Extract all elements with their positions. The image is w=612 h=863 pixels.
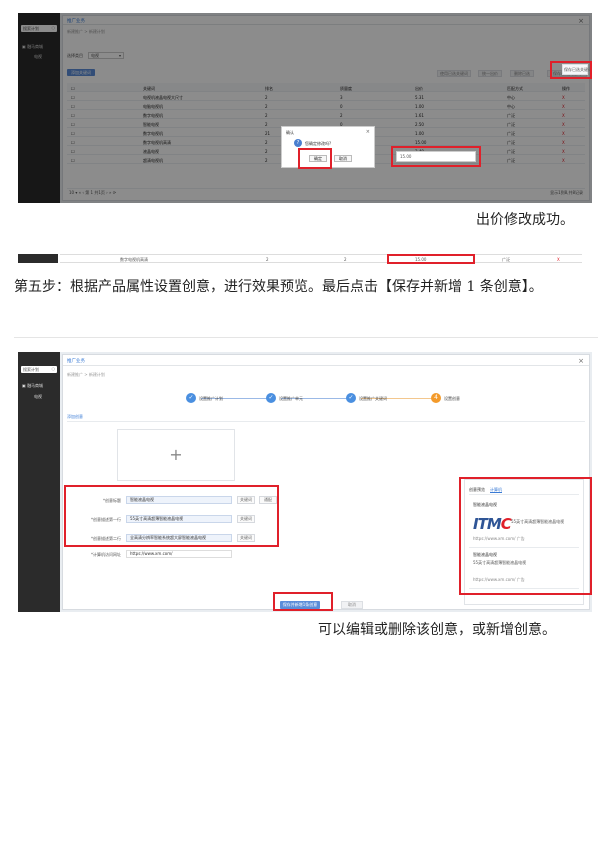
field-label-url: *计算机访问网址 bbox=[91, 552, 121, 557]
check-icon: ✓ bbox=[266, 393, 276, 403]
strip-quality: 2 bbox=[344, 256, 347, 262]
step-number: 4 bbox=[431, 393, 441, 403]
dialog-message: 您确定修改吗? bbox=[305, 141, 332, 146]
breadcrumb: 新建推广 > 新建计划 bbox=[67, 372, 105, 377]
check-icon: ✓ bbox=[186, 393, 196, 403]
cancel-button[interactable]: 取消 bbox=[341, 601, 363, 609]
highlight-save bbox=[273, 592, 333, 611]
highlight-confirm bbox=[298, 148, 332, 169]
image-upload[interactable]: + bbox=[117, 429, 235, 481]
strip-row: 数字电视机高清 2 2 15.00 广泛 X bbox=[60, 254, 582, 263]
highlight-preview bbox=[459, 477, 592, 595]
sidebar-search-text: 搜索计划 bbox=[23, 366, 39, 372]
sidebar: 搜索计划 ○ ▣ 融马商城 电视 bbox=[18, 352, 60, 612]
sidebar-item-mall[interactable]: ▣ 融马商城 bbox=[22, 383, 43, 389]
search-icon: ○ bbox=[51, 366, 56, 371]
step-label: 设置推广关键词 bbox=[359, 396, 387, 401]
cancel-button[interactable]: 取消 bbox=[334, 155, 352, 162]
close-icon[interactable]: × bbox=[578, 357, 584, 365]
section-divider bbox=[67, 421, 585, 422]
window-title: 推广业务 bbox=[67, 359, 85, 364]
plus-icon: + bbox=[169, 445, 183, 464]
url-input[interactable]: https://www.xm.com/ bbox=[126, 550, 232, 558]
store-icon: ▣ bbox=[22, 383, 26, 388]
step-label: 设置推广计划 bbox=[199, 396, 223, 401]
sidebar-subitem-tv[interactable]: 电视 bbox=[34, 394, 42, 400]
section-label: 添加创意 bbox=[67, 414, 83, 419]
step-label: 设置创意 bbox=[444, 396, 460, 401]
strip-rank: 2 bbox=[266, 256, 269, 262]
highlight-save-selected bbox=[550, 61, 592, 79]
caption-edit-creative: 可以编辑或删除该创意，或新增创意。 bbox=[318, 622, 556, 638]
step-label: 设置推广单元 bbox=[279, 396, 303, 401]
strip-keyword: 数字电视机高清 bbox=[120, 256, 148, 262]
highlight-creative-fields bbox=[64, 485, 279, 547]
screenshot-bid-edit: 搜索计划 ○ ▣ 融马商城 电视 推广业务 × 新建推广 > 新建计划 选择类目… bbox=[18, 13, 592, 203]
highlight-bid bbox=[391, 146, 481, 167]
strip-sidebar bbox=[18, 254, 58, 263]
check-icon: ✓ bbox=[346, 393, 356, 403]
modal-overlay bbox=[18, 13, 592, 203]
highlight-strip-bid bbox=[387, 254, 475, 264]
step-five-text: 第五步：根据产品属性设置创意，进行效果预览。最后点击【保存并新增 1 条创意】。 bbox=[14, 279, 543, 295]
strip-match: 广泛 bbox=[502, 256, 510, 262]
question-icon: ? bbox=[294, 139, 302, 147]
sidebar-item-label: 融马商城 bbox=[27, 383, 44, 388]
close-icon[interactable]: × bbox=[366, 129, 370, 135]
window-header: 推广业务 × bbox=[63, 355, 589, 366]
strip-delete-icon[interactable]: X bbox=[557, 257, 560, 262]
divider bbox=[14, 337, 598, 338]
caption-bid-success: 出价修改成功。 bbox=[476, 212, 574, 228]
sidebar-search-input[interactable]: 搜索计划 ○ bbox=[21, 366, 57, 373]
dialog-title: 确认 bbox=[286, 130, 294, 135]
